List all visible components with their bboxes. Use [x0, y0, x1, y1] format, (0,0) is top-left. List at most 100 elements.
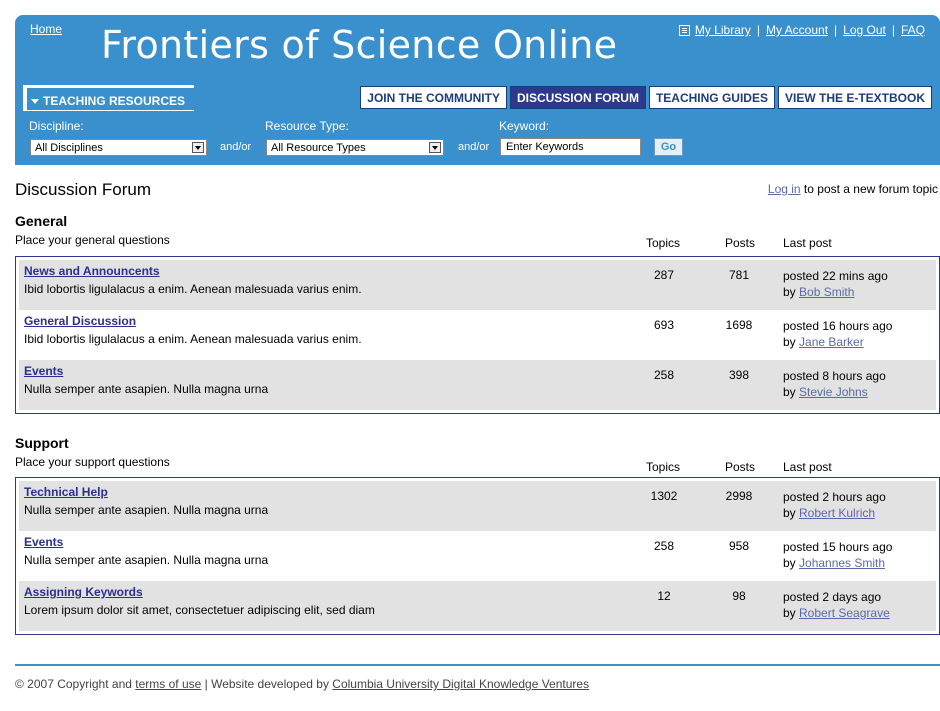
author-link[interactable]: Robert Kulrich	[799, 506, 875, 520]
triangle-down-icon	[31, 98, 39, 104]
discipline-select[interactable]: All Disciplines	[30, 139, 207, 156]
topics-count: 258	[653, 368, 675, 382]
author-link[interactable]: Johannes Smith	[799, 556, 885, 570]
faq-link[interactable]: FAQ	[901, 23, 925, 37]
log-in-link[interactable]: Log in	[768, 182, 801, 196]
forum-desc: Lorem ipsum dolor sit amet, consectetuer…	[24, 603, 375, 617]
tab-discussion-forum[interactable]: DISCUSSION FORUM	[509, 86, 646, 109]
andor-text: and/or	[458, 141, 490, 153]
topics-count: 258	[653, 539, 675, 553]
col-head-topics: Topics	[646, 460, 681, 474]
forum-row: News and Announcents Ibid lobortis ligul…	[19, 260, 936, 310]
topics-count: 1302	[650, 489, 678, 503]
posts-count: 398	[728, 368, 750, 382]
author-link[interactable]: Stevie Johns	[799, 385, 868, 399]
topics-count: 12	[657, 589, 671, 603]
home-link[interactable]: Home	[30, 22, 62, 36]
last-post: posted 15 hours ago by Johannes Smith	[783, 539, 892, 571]
last-post-time: posted 8 hours ago	[783, 369, 886, 383]
forum-desc: Nulla semper ante asapien. Nulla magna u…	[24, 382, 269, 396]
forum-desc: Nulla semper ante asapien. Nulla magna u…	[24, 553, 269, 567]
col-head-posts: Posts	[725, 236, 756, 250]
forum-title-link[interactable]: Events	[24, 535, 63, 549]
footer: © 2007 Copyright and terms of use | Webs…	[15, 677, 589, 691]
forum-row: Technical Help Nulla semper ante asapien…	[19, 481, 936, 531]
col-head-topics: Topics	[646, 236, 681, 250]
dropdown-arrow-icon	[429, 142, 441, 153]
tab-view-etextbook[interactable]: VIEW THE E-TEXTBOOK	[777, 86, 932, 109]
author-link[interactable]: Bob Smith	[799, 285, 854, 299]
site-header: Home Frontiers of Science Online My Libr…	[15, 15, 940, 165]
separator: |	[891, 23, 895, 37]
posts-count: 958	[728, 539, 750, 553]
posts-count: 781	[728, 268, 750, 282]
discipline-label: Discipline:	[29, 119, 84, 133]
andor-text: and/or	[220, 141, 252, 153]
by-text: by	[783, 285, 800, 299]
by-text: by	[783, 335, 800, 349]
tab-teaching-resources-body: TEACHING RESOURCES	[27, 88, 195, 110]
forum-row: Events Nulla semper ante asapien. Nulla …	[19, 360, 936, 410]
login-prompt: Log in to post a new forum topic	[768, 182, 938, 196]
last-post-time: posted 2 hours ago	[783, 490, 886, 504]
library-icon	[678, 24, 690, 36]
tab-teaching-resources[interactable]: TEACHING RESOURCES	[23, 85, 195, 111]
footer-divider	[15, 664, 940, 666]
last-post: posted 2 days ago by Robert Seagrave	[783, 589, 890, 621]
keyword-input[interactable]: Enter Keywords	[500, 138, 641, 156]
tab-teaching-guides[interactable]: TEACHING GUIDES	[648, 86, 775, 109]
forum-title-link[interactable]: News and Announcents	[24, 264, 160, 278]
topics-count: 693	[653, 318, 675, 332]
resource-type-select-value: All Resource Types	[271, 142, 366, 154]
forum-title-link[interactable]: Assigning Keywords	[24, 585, 143, 599]
forum-list-support: Technical Help Nulla semper ante asapien…	[15, 477, 940, 635]
site-title: Frontiers of Science Online	[101, 23, 618, 67]
developer-link[interactable]: Columbia University Digital Knowledge Ve…	[332, 677, 589, 691]
author-link[interactable]: Robert Seagrave	[799, 606, 890, 620]
col-head-last-post: Last post	[783, 460, 832, 474]
by-text: by	[783, 506, 800, 520]
last-post-time: posted 22 mins ago	[783, 269, 888, 283]
last-post: posted 2 hours ago by Robert Kulrich	[783, 489, 886, 521]
top-links: My Library | My Account | Log Out | FAQ	[678, 23, 925, 37]
forum-title-link[interactable]: General Discussion	[24, 314, 136, 328]
dropdown-arrow-icon	[192, 142, 204, 153]
my-account-link[interactable]: My Account	[766, 23, 828, 37]
copyright-text: © 2007 Copyright and	[15, 677, 136, 691]
log-out-link[interactable]: Log Out	[843, 23, 886, 37]
last-post: posted 22 mins ago by Bob Smith	[783, 268, 888, 300]
developed-by-text: | Website developed by	[201, 677, 333, 691]
my-library-link[interactable]: My Library	[695, 23, 751, 37]
last-post-time: posted 2 days ago	[783, 590, 882, 604]
keyword-label: Keyword:	[499, 119, 550, 133]
separator: |	[756, 23, 760, 37]
go-button[interactable]: Go	[654, 138, 683, 156]
section-desc-general: Place your general questions	[15, 233, 170, 247]
by-text: by	[783, 556, 800, 570]
forum-list-general: News and Announcents Ibid lobortis ligul…	[15, 256, 940, 414]
author-link[interactable]: Jane Barker	[799, 335, 864, 349]
last-post: posted 8 hours ago by Stevie Johns	[783, 368, 886, 400]
resource-type-select[interactable]: All Resource Types	[266, 139, 444, 156]
discipline-select-value: All Disciplines	[35, 142, 103, 154]
forum-desc: Ibid lobortis ligulalacus a enim. Aenean…	[24, 332, 362, 346]
forum-row: General Discussion Ibid lobortis ligulal…	[19, 310, 936, 360]
topics-count: 287	[653, 268, 675, 282]
by-text: by	[783, 606, 800, 620]
forum-desc: Ibid lobortis ligulalacus a enim. Aenean…	[24, 282, 362, 296]
section-title-support: Support	[15, 435, 69, 451]
forum-row: Events Nulla semper ante asapien. Nulla …	[19, 531, 936, 581]
tab-join-community[interactable]: JOIN THE COMMUNITY	[360, 86, 507, 109]
nav-tabs: JOIN THE COMMUNITY DISCUSSION FORUM TEAC…	[360, 86, 932, 109]
last-post-time: posted 15 hours ago	[783, 540, 893, 554]
terms-of-use-link[interactable]: terms of use	[135, 677, 201, 691]
posts-count: 98	[732, 589, 746, 603]
section-title-general: General	[15, 213, 68, 229]
forum-title-link[interactable]: Technical Help	[24, 485, 108, 499]
posts-count: 1698	[725, 318, 753, 332]
forum-desc: Nulla semper ante asapien. Nulla magna u…	[24, 503, 269, 517]
forum-title-link[interactable]: Events	[24, 364, 63, 378]
separator: |	[834, 23, 838, 37]
by-text: by	[783, 385, 800, 399]
tab-teaching-resources-label: TEACHING RESOURCES	[43, 94, 186, 108]
